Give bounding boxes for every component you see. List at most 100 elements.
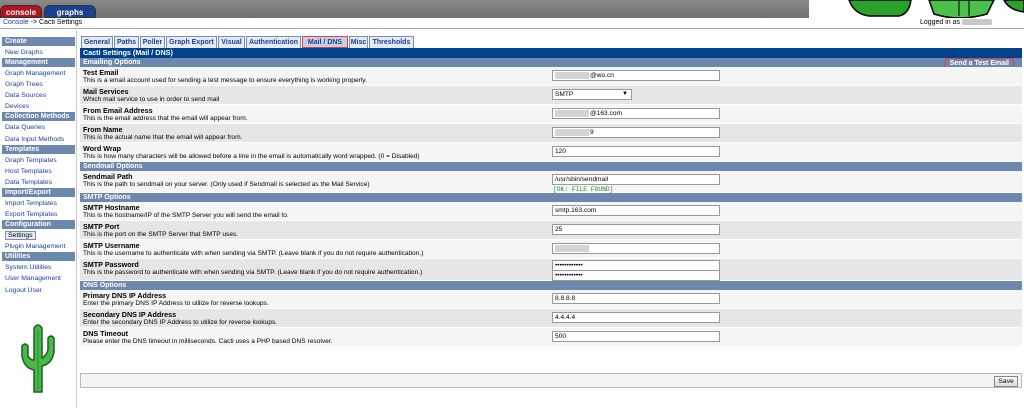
select-value: SMTP — [555, 91, 574, 98]
sidebar-item-new-graphs[interactable]: New Graphs — [2, 47, 75, 59]
section-header: Emailing Options Send a Test Email — [80, 58, 1022, 70]
sidebar-item-data-sources[interactable]: Data Sources — [2, 90, 75, 102]
input-value: •••••••••••• — [555, 262, 583, 269]
input-value: 9 — [590, 129, 594, 136]
section-header: Sendmail Options — [80, 162, 1022, 171]
dns-timeout-input[interactable]: 500 — [552, 331, 720, 342]
setting-label: From Email Address — [83, 106, 153, 115]
setting-description: Enter the primary DNS IP Address to util… — [83, 300, 269, 307]
smtp-port-input[interactable]: 25 — [552, 224, 720, 235]
setting-description: Please enter the DNS timeout in millisec… — [83, 338, 333, 345]
redacted-text — [555, 71, 589, 79]
login-status: Logged in as — [920, 19, 992, 26]
sidebar-item-export-templates[interactable]: Export Templates — [2, 209, 75, 221]
tab-visual[interactable]: Visual — [218, 36, 245, 48]
primary-dns-ip-address-input[interactable]: 8.8.8.8 — [552, 293, 720, 304]
sidebar-item-user-management[interactable]: User Management — [2, 273, 75, 285]
section-title: Sendmail Options — [83, 163, 143, 170]
setting-row: SMTP Password This is the password to aut… — [80, 259, 1022, 281]
sidebar-menu: Create New Graphs Management Graph Manageme… — [2, 37, 75, 296]
setting-label: SMTP Port — [83, 222, 120, 231]
setting-description: This is how many characters will be allo… — [83, 153, 420, 160]
word-wrap-input[interactable]: 120 — [552, 146, 720, 157]
setting-row: From Email Address This is the email addr… — [80, 105, 1022, 124]
setting-description: This is the actual name that the email w… — [83, 134, 243, 141]
tab-poller[interactable]: Poller — [140, 36, 165, 48]
tab-misc[interactable]: Misc — [349, 36, 368, 48]
tab-mail-dns[interactable]: Mail / DNS — [302, 36, 348, 48]
setting-row: Word Wrap This is how many characters wil… — [80, 143, 1022, 162]
test-email-input[interactable]: @wo.cn — [552, 70, 720, 81]
from-name-input[interactable]: 9 — [552, 127, 720, 138]
redacted-text — [555, 128, 589, 136]
menu-heading: Management — [2, 58, 75, 69]
sidebar-item-data-templates[interactable]: Data Templates — [2, 176, 75, 188]
sidebar-item-graph-trees[interactable]: Graph Trees — [2, 79, 75, 91]
setting-label: SMTP Hostname — [83, 203, 140, 212]
setting-description: Enter the secondary DNS IP Address to ut… — [83, 319, 278, 326]
setting-description: This is the port on the SMTP Server that… — [83, 231, 239, 238]
tab-graph-export[interactable]: Graph Export — [166, 36, 217, 48]
sidebar-item-system-utilities[interactable]: System Utilities — [2, 262, 75, 274]
menu-heading: Utilities — [2, 252, 75, 263]
setting-row: From Name This is the actual name that th… — [80, 124, 1022, 143]
setting-label: Test Email — [83, 68, 119, 77]
menu-heading: Create — [2, 37, 75, 47]
smtp-password-confirm-input[interactable]: •••••••••••• — [552, 270, 720, 281]
input-value: 500 — [555, 333, 567, 340]
tab-authentication[interactable]: Authentication — [246, 36, 301, 48]
setting-description: This is the username to authenticate wit… — [83, 250, 424, 257]
sidebar-item-label: Settings — [5, 231, 36, 241]
sidebar-item-host-templates[interactable]: Host Templates — [2, 165, 75, 177]
sidebar-item-graph-templates[interactable]: Graph Templates — [2, 154, 75, 166]
secondary-dns-ip-address-input[interactable]: 4.4.4.4 — [552, 312, 720, 323]
breadcrumb-current: Cacti Settings — [39, 19, 83, 26]
tab-paths[interactable]: Paths — [114, 36, 139, 48]
setting-label: DNS Timeout — [83, 329, 128, 338]
sidebar-item-plugin-management[interactable]: Plugin Management — [2, 241, 75, 253]
input-value: 120 — [555, 148, 567, 155]
setting-label: SMTP Password — [83, 260, 139, 269]
graphs-tab[interactable]: graphs — [44, 5, 96, 18]
setting-row: SMTP Port This is the port on the SMTP Se… — [80, 221, 1022, 240]
section-title: DNS Options — [83, 282, 127, 289]
breadcrumb: Console -> Cacti Settings — [3, 19, 82, 26]
setting-description: This is the password to authenticate wit… — [83, 269, 423, 276]
setting-label: Primary DNS IP Address — [83, 291, 167, 300]
setting-row: Mail Services Which mail service to use i… — [80, 86, 1022, 105]
tab-thresholds[interactable]: Thresholds — [369, 36, 414, 48]
section-header: DNS Options — [80, 281, 1022, 290]
input-value: /usr/sbin/sendmail — [555, 176, 609, 183]
sidebar-item-import-templates[interactable]: Import Templates — [2, 197, 75, 210]
redacted-text — [555, 109, 589, 117]
sidebar-item-data-queries[interactable]: Data Queries — [2, 122, 75, 134]
input-value: @163.com — [590, 110, 622, 117]
mail-services-select[interactable]: SMTP ▼ — [552, 89, 632, 100]
sidebar-item-settings[interactable]: Settings — [2, 230, 75, 242]
tab-general[interactable]: General — [81, 36, 113, 48]
setting-description: Which mail service to use in order to se… — [83, 96, 220, 103]
sidebar-item-logout-user[interactable]: Logout User — [2, 284, 75, 296]
file-found-status: [OK: FILE FOUND] — [553, 186, 614, 193]
setting-label: Secondary DNS IP Address — [83, 310, 177, 319]
save-button[interactable]: Save — [994, 376, 1018, 387]
console-tab[interactable]: console — [0, 5, 42, 18]
menu-heading: Configuration — [2, 220, 75, 231]
smtp-hostname-input[interactable]: smtp.163.com — [552, 205, 720, 216]
sidebar-divider — [76, 30, 77, 408]
menu-heading: Templates — [2, 144, 75, 155]
from-email-address-input[interactable]: @163.com — [552, 108, 720, 119]
setting-row: SMTP Hostname This is the hostname/IP of … — [80, 202, 1022, 221]
sidebar-item-data-input-methods[interactable]: Data Input Methods — [2, 133, 75, 145]
section-title: Emailing Options — [83, 59, 141, 66]
setting-description: This is a email account used for sending… — [83, 77, 367, 84]
settings-sections: Emailing Options Send a Test Email Test Em… — [80, 58, 1022, 347]
setting-description: This is the email address that the email… — [83, 115, 248, 122]
smtp-username-input[interactable] — [552, 243, 720, 254]
sidebar-item-graph-management[interactable]: Graph Management — [2, 68, 75, 80]
setting-row: Test Email This is a email account used f… — [80, 67, 1022, 86]
setting-description: This is the path to sendmail on your ser… — [83, 181, 370, 188]
sidebar-item-devices[interactable]: Devices — [2, 101, 75, 113]
breadcrumb-console-link[interactable]: Console — [3, 19, 29, 26]
sendmail-path-input[interactable]: /usr/sbin/sendmail — [552, 174, 720, 185]
